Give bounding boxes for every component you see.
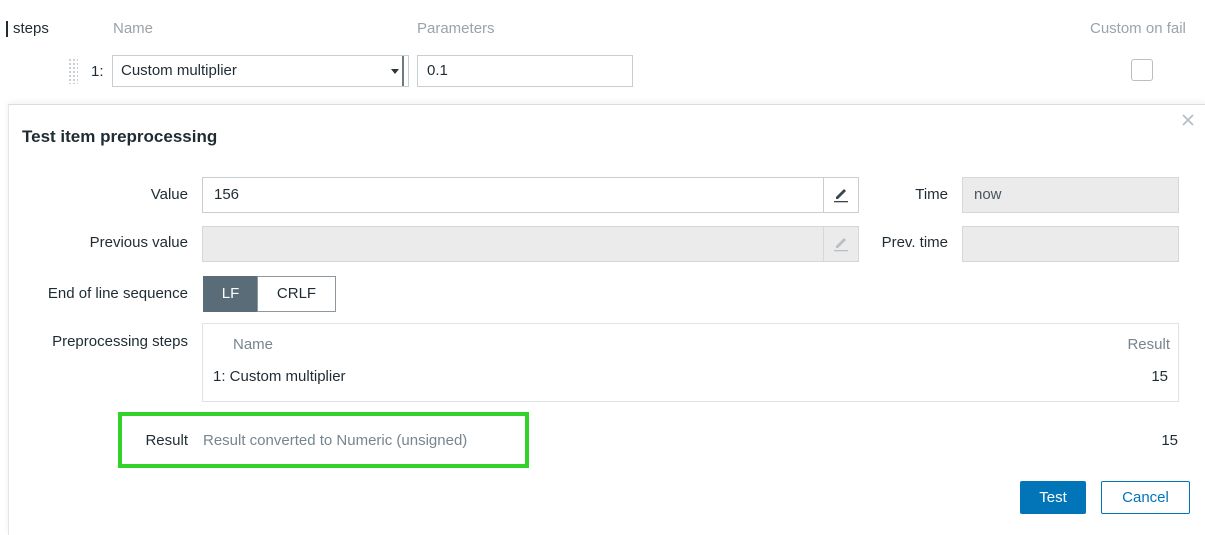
value-text: 156 (214, 186, 240, 203)
edit-previous-value-button (823, 227, 858, 261)
previous-value-input (202, 226, 859, 262)
result-note: Result converted to Numeric (unsigned) (203, 432, 468, 449)
result-label: Result (145, 432, 188, 449)
preprocessing-steps-label: Preprocessing steps (52, 333, 188, 350)
steps-header-result: Result (1127, 336, 1170, 353)
result-value: 15 (1161, 432, 1178, 449)
step-row-name: 1: Custom multiplier (213, 368, 346, 385)
custom-on-fail-checkbox[interactable] (1131, 59, 1153, 81)
steps-label-edge (6, 21, 8, 37)
close-icon[interactable] (1181, 113, 1195, 127)
time-label: Time (915, 186, 948, 203)
eol-option-crlf[interactable]: CRLF (257, 276, 336, 312)
value-input[interactable]: 156 (202, 177, 859, 213)
eol-label: End of line sequence (47, 285, 188, 302)
step-type-value: Custom multiplier (121, 62, 237, 79)
dialog-title: Test item preprocessing (22, 127, 218, 146)
preprocessing-form-background: steps Name Parameters Custom on fail 1: … (0, 0, 1205, 104)
step-row-result: 15 (1151, 368, 1168, 385)
column-header-custom-on-fail: Custom on fail (1090, 20, 1186, 37)
chevron-down-icon (390, 56, 404, 86)
preprocessing-steps-table: Name Result 1: Custom multiplier 15 (202, 323, 1179, 402)
prev-time-input (962, 226, 1179, 262)
previous-value-label: Previous value (89, 234, 188, 251)
steps-label: steps (13, 20, 49, 37)
value-label: Value (150, 186, 188, 203)
test-preprocessing-dialog (8, 104, 1205, 535)
drag-handle-icon[interactable] (68, 58, 78, 84)
column-header-name: Name (113, 20, 154, 37)
eol-option-lf[interactable]: LF (203, 276, 258, 312)
steps-header-name: Name (233, 336, 274, 353)
pencil-icon (834, 238, 848, 252)
step-number: 1: (91, 63, 104, 80)
pencil-icon (834, 189, 848, 203)
edit-value-button[interactable] (823, 178, 858, 212)
column-header-parameters: Parameters (417, 20, 495, 37)
cancel-button[interactable]: Cancel (1101, 481, 1190, 514)
step-parameter-input[interactable]: 0.1 (417, 55, 633, 87)
time-value: now (974, 186, 1002, 203)
step-parameter-value: 0.1 (427, 62, 448, 79)
time-input: now (962, 177, 1179, 213)
prev-time-label: Prev. time (881, 234, 948, 251)
test-button[interactable]: Test (1020, 481, 1086, 514)
step-type-select[interactable]: Custom multiplier (112, 55, 409, 87)
